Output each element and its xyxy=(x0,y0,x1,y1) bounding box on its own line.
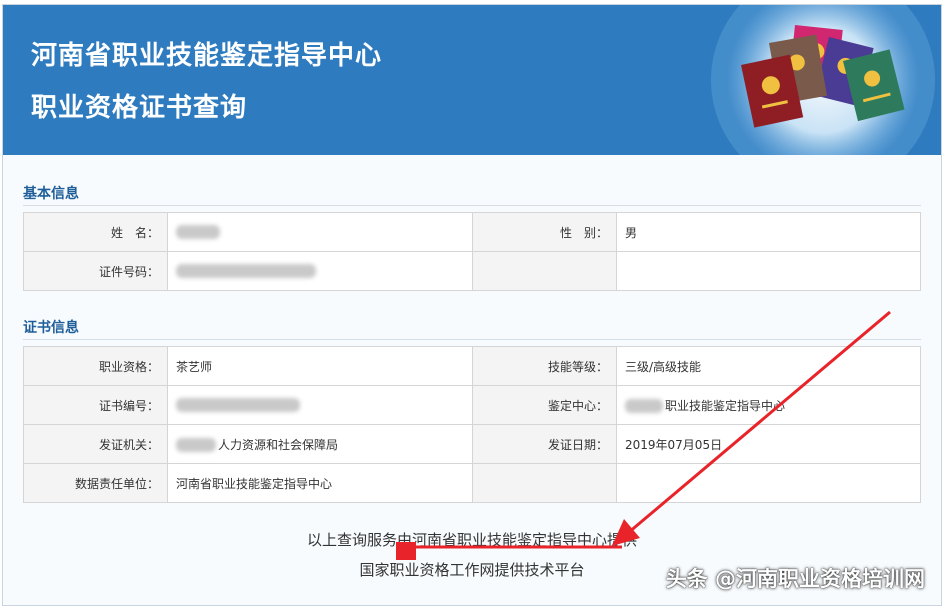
table-row: 证书编号： 鉴定中心： 职业技能鉴定指导中心 xyxy=(23,385,921,425)
section-divider xyxy=(23,339,921,340)
appraisal-center-label: 鉴定中心： xyxy=(472,385,617,425)
gender-value: 男 xyxy=(616,212,921,252)
header-banner: 河南省职业技能鉴定指导中心 职业资格证书查询 xyxy=(3,5,941,155)
appraisal-center-value: 职业技能鉴定指导中心 xyxy=(616,385,921,425)
id-number-value xyxy=(167,251,473,291)
issue-date-value: 2019年07月05日 xyxy=(616,424,921,464)
cert-number-label: 证书编号： xyxy=(23,385,168,425)
redaction-blur xyxy=(176,398,300,413)
cert-info-table: 职业资格： 茶艺师 技能等级： 三级/高级技能 证书编号： 鉴定中心： 职业技能… xyxy=(23,346,921,503)
table-row: 姓 名： 性 别： 男 xyxy=(23,212,921,252)
name-value xyxy=(167,212,473,252)
occupation-label: 职业资格： xyxy=(23,346,168,386)
page-frame: 河南省职业技能鉴定指导中心 职业资格证书查询 基本信息 姓 名： 性 别： 男 … xyxy=(2,4,942,606)
data-owner-value: 河南省职业技能鉴定指导中心 xyxy=(167,463,473,503)
issuing-authority-label: 发证机关： xyxy=(23,424,168,464)
redaction-blur xyxy=(625,399,663,413)
basic-info-title: 基本信息 xyxy=(23,186,79,202)
empty-value xyxy=(616,463,921,503)
table-row: 证件号码： xyxy=(23,251,921,291)
header-subtitle: 职业资格证书查询 xyxy=(31,93,248,123)
issuing-authority-value: 人力资源和社会保障局 xyxy=(167,424,473,464)
watermark-text: 头条 @河南职业资格培训网 xyxy=(665,567,925,591)
cert-number-value xyxy=(167,385,473,425)
name-label: 姓 名： xyxy=(23,212,168,252)
header-title: 河南省职业技能鉴定指导中心 xyxy=(31,41,383,71)
id-number-label: 证件号码： xyxy=(23,251,168,291)
basic-info-table: 姓 名： 性 别： 男 证件号码： xyxy=(23,212,921,291)
data-owner-label: 数据责任单位： xyxy=(23,463,168,503)
redaction-blur xyxy=(176,438,216,452)
cert-info-title: 证书信息 xyxy=(23,320,79,336)
empty-label xyxy=(472,463,617,503)
table-row: 职业资格： 茶艺师 技能等级： 三级/高级技能 xyxy=(23,346,921,386)
skill-level-label: 技能等级： xyxy=(472,346,617,386)
section-divider xyxy=(23,205,921,206)
occupation-value: 茶艺师 xyxy=(167,346,473,386)
table-row: 发证机关： 人力资源和社会保障局 发证日期： 2019年07月05日 xyxy=(23,424,921,464)
redaction-blur xyxy=(176,264,316,279)
empty-label xyxy=(472,251,617,291)
issue-date-label: 发证日期： xyxy=(472,424,617,464)
redaction-blur xyxy=(176,225,220,240)
skill-level-value: 三级/高级技能 xyxy=(616,346,921,386)
empty-value xyxy=(616,251,921,291)
certificate-books-icon xyxy=(711,5,935,155)
content-area: 基本信息 姓 名： 性 别： 男 证件号码： 证书信息 职业资格： 茶艺师 技能… xyxy=(3,155,941,605)
gender-label: 性 别： xyxy=(472,212,617,252)
table-row: 数据责任单位： 河南省职业技能鉴定指导中心 xyxy=(23,463,921,503)
service-provider-text: 以上查询服务由河南省职业技能鉴定指导中心提供 xyxy=(306,531,637,549)
